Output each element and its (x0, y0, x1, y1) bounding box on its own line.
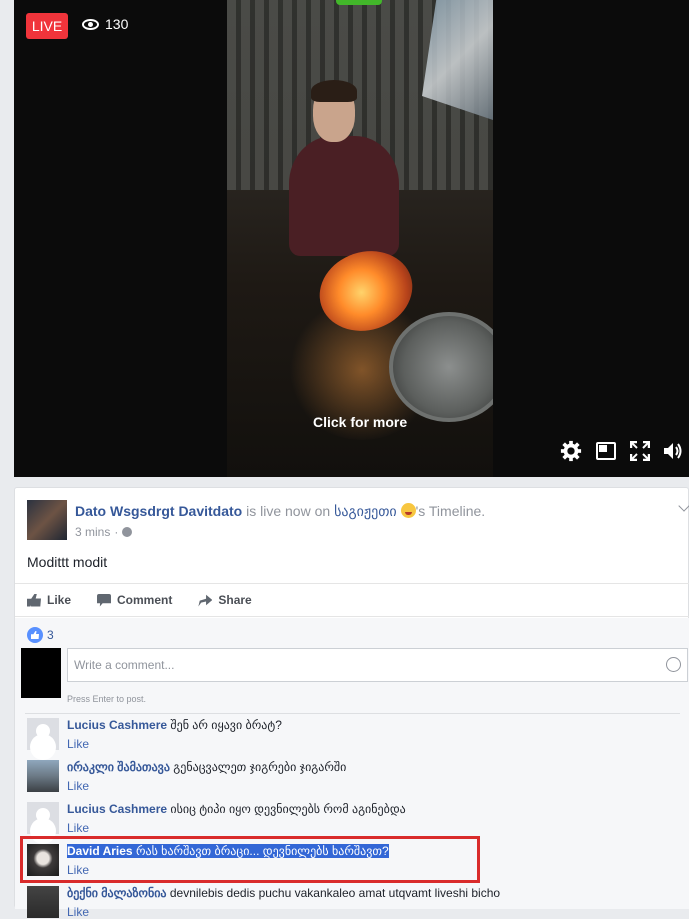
comment-line: ირაკლი შამათავა გენაცვალეთ ჯიგრები ჯიგარ… (67, 760, 346, 774)
comment-text: შენ არ იყავი ბრატ? (170, 718, 282, 732)
video-person-hair (311, 80, 357, 102)
comment-item: ბექნი მალაზონია devnilebis dedis puchu v… (27, 886, 500, 919)
comment-body: Lucius Cashmere ისიც ტიპი იყო დევნილებს … (67, 802, 406, 835)
commenter-avatar[interactable] (27, 886, 59, 918)
comment-input[interactable] (68, 649, 648, 681)
comment-like-link[interactable]: Like (67, 737, 282, 751)
press-enter-hint: Press Enter to post. (67, 694, 147, 704)
comment-text: გენაცვალეთ ჯიგრები ჯიგარში (173, 760, 347, 774)
share-icon (198, 594, 213, 607)
post-text: Modittt modit (27, 554, 108, 570)
like-button-label: Like (47, 593, 72, 607)
post-actions: Like Comment Share (15, 583, 689, 617)
comment-item: Lucius Cashmere ისიც ტიპი იყო დევნილებს … (27, 802, 406, 835)
annotation-highlight-box (20, 836, 480, 883)
eye-icon (82, 18, 99, 30)
emoji-picker-icon[interactable] (666, 657, 681, 672)
video-top-tab (336, 0, 382, 5)
comment-button[interactable]: Comment (97, 593, 172, 607)
settings-icon[interactable] (560, 440, 582, 462)
comment-composer (21, 648, 688, 698)
viewer-count-number: 130 (105, 16, 129, 32)
chevron-down-icon[interactable] (678, 500, 689, 512)
meta-separator: · (114, 525, 119, 539)
post-header-text: Dato Wsgsdrgt Davitdato is live now on ს… (75, 503, 485, 540)
post-headline: Dato Wsgsdrgt Davitdato is live now on ს… (75, 503, 485, 520)
volume-icon[interactable] (664, 441, 682, 461)
commenter-name-link[interactable]: Lucius Cashmere (67, 802, 167, 816)
thumbs-up-icon (27, 593, 41, 607)
like-reaction-icon (27, 627, 43, 643)
picture-in-picture-icon[interactable] (596, 442, 616, 460)
comment-like-link[interactable]: Like (67, 905, 500, 919)
emoji-icon (400, 503, 416, 518)
comment-text: ისიც ტიპი იყო დევნილებს რომ აგინებდა (170, 802, 406, 816)
comments-divider (25, 713, 680, 714)
fullscreen-icon[interactable] (630, 441, 650, 461)
post-header: Dato Wsgsdrgt Davitdato is live now on ს… (27, 500, 485, 540)
like-button[interactable]: Like (27, 593, 71, 607)
comment-text: devnilebis dedis puchu vakankaleo amat u… (169, 886, 501, 900)
share-button[interactable]: Share (198, 593, 252, 607)
commenter-name-link[interactable]: ბექნი მალაზონია (67, 886, 167, 900)
post-meta: 3 mins · (75, 525, 485, 539)
video-controls (560, 440, 682, 462)
comment-line: ბექნი მალაზონია devnilebis dedis puchu v… (67, 886, 500, 900)
status-text: is live now on (246, 503, 331, 519)
reaction-count: 3 (47, 628, 54, 642)
comment-item: Lucius Cashmere შენ არ იყავი ბრატ? Like (27, 718, 282, 751)
author-avatar[interactable] (27, 500, 67, 540)
click-for-more-link[interactable]: Click for more (313, 414, 407, 430)
comment-body: ირაკლი შამათავა გენაცვალეთ ჯიგრები ჯიგარ… (67, 760, 346, 793)
my-avatar (21, 648, 61, 698)
live-video-player[interactable] (14, 0, 689, 477)
live-badge: LIVE (26, 13, 68, 39)
commenter-name-link[interactable]: ირაკლი შამათავა (67, 760, 170, 774)
video-frame (227, 0, 493, 477)
timeline-suffix: 's Timeline. (415, 503, 486, 519)
reaction-summary[interactable]: 3 (27, 627, 54, 643)
commenter-name-link[interactable]: Lucius Cashmere (67, 718, 167, 732)
comment-item: ირაკლი შამათავა გენაცვალეთ ჯიგრები ჯიგარ… (27, 760, 346, 793)
post-time[interactable]: 3 mins (75, 525, 110, 539)
comment-line: Lucius Cashmere შენ არ იყავი ბრატ? (67, 718, 282, 732)
share-button-label: Share (218, 593, 252, 607)
commenter-avatar[interactable] (27, 802, 59, 834)
comment-box[interactable] (67, 648, 688, 682)
viewer-count: 130 (82, 16, 128, 32)
comment-like-link[interactable]: Like (67, 821, 406, 835)
comment-icon (97, 593, 112, 607)
comment-button-label: Comment (117, 593, 173, 607)
comment-body: Lucius Cashmere შენ არ იყავი ბრატ? Like (67, 718, 282, 751)
comment-body: ბექნი მალაზონია devnilebis dedis puchu v… (67, 886, 500, 919)
video-person-body (289, 136, 399, 256)
commenter-avatar[interactable] (27, 718, 59, 750)
target-page-link[interactable]: საგიჟეთი (334, 503, 397, 519)
comment-like-link[interactable]: Like (67, 779, 346, 793)
commenter-avatar[interactable] (27, 760, 59, 792)
comment-line: Lucius Cashmere ისიც ტიპი იყო დევნილებს … (67, 802, 406, 816)
author-name-link[interactable]: Dato Wsgsdrgt Davitdato (75, 503, 242, 519)
globe-icon (122, 527, 133, 537)
